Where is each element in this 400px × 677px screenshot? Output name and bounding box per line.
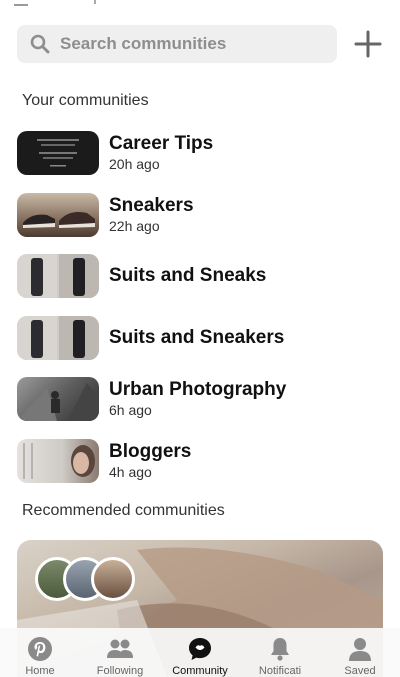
bottom-tab-bar: Home Following Community Notificati Save… (0, 628, 400, 677)
chat-bubble-icon (189, 638, 211, 660)
community-name: Suits and Sneaks (109, 265, 267, 286)
add-icon[interactable] (352, 28, 384, 60)
community-thumbnail (17, 377, 99, 421)
tab-label: Following (96, 665, 144, 677)
member-avatar (91, 557, 135, 601)
tab-label: Community (172, 665, 228, 677)
tab-following[interactable]: Following (80, 628, 160, 677)
recommended-communities-heading: Recommended communities (22, 502, 225, 519)
community-name: Suits and Sneakers (109, 327, 285, 348)
tab-community[interactable]: Community (160, 628, 240, 677)
community-thumbnail (17, 254, 99, 298)
tab-home[interactable]: Home (0, 628, 80, 677)
tab-notifications[interactable]: Notificati (240, 628, 320, 677)
status-bar-clipped (0, 0, 400, 14)
community-last-active: 20h ago (109, 156, 160, 172)
community-item-suits-and-sneakers[interactable]: Suits and Sneakers (17, 315, 377, 361)
community-item-sneakers[interactable]: Sneakers 22h ago (17, 192, 377, 238)
community-item-career-tips[interactable]: Career Tips 20h ago (17, 130, 377, 176)
community-item-bloggers[interactable]: Bloggers 4h ago (17, 438, 377, 484)
community-name: Career Tips (109, 133, 214, 154)
community-name: Bloggers (109, 441, 192, 462)
community-thumbnail (17, 193, 99, 237)
community-thumbnail (17, 316, 99, 360)
tab-label: Home (25, 665, 55, 677)
community-item-urban-photography[interactable]: Urban Photography 6h ago (17, 376, 377, 422)
community-last-active: 6h ago (109, 402, 152, 418)
tab-saved[interactable]: Saved (320, 628, 400, 677)
community-thumbnail (17, 131, 99, 175)
search-bar[interactable] (17, 25, 337, 63)
status-glyph (94, 0, 106, 4)
community-last-active: 4h ago (109, 464, 152, 480)
search-icon (30, 34, 50, 54)
your-communities-heading: Your communities (22, 92, 149, 109)
tab-label: Saved (344, 665, 376, 677)
search-input[interactable] (58, 33, 322, 55)
person-icon (349, 638, 371, 661)
bell-icon (271, 638, 289, 661)
community-last-active: 22h ago (109, 218, 160, 234)
community-item-suits-and-sneaks[interactable]: Suits and Sneaks (17, 253, 377, 299)
pinterest-logo-icon (28, 637, 52, 661)
tab-label: Notificati (258, 665, 302, 677)
community-name: Urban Photography (109, 379, 287, 400)
community-name: Sneakers (109, 195, 194, 216)
community-thumbnail (17, 439, 99, 483)
people-icon (107, 639, 133, 658)
status-glyph (14, 0, 28, 6)
